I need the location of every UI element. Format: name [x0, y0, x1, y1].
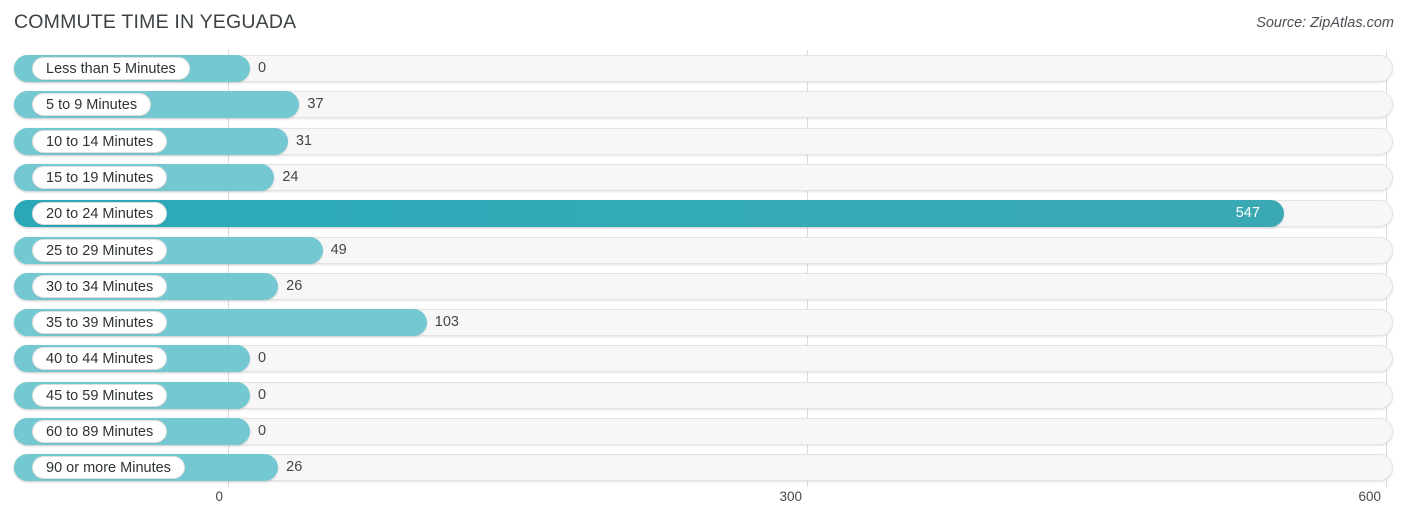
bar-value-label: 547 [1235, 205, 1260, 222]
bar-row[interactable]: 5 to 9 Minutes 37 [14, 91, 1393, 119]
bar-row[interactable]: 15 to 19 Minutes 24 [14, 163, 1393, 191]
bar-row[interactable]: 40 to 44 Minutes 0 [14, 345, 1393, 373]
bar-value-label: 0 [258, 60, 267, 76]
bar-fill[interactable] [14, 200, 1284, 228]
bar-category-label: 40 to 44 Minutes [32, 347, 168, 371]
bar-value-label: 26 [286, 459, 303, 476]
bar-row[interactable]: 20 to 24 Minutes 547 [14, 200, 1393, 228]
source-attribution: Source: ZipAtlas.com [1256, 15, 1394, 31]
bar-row[interactable]: 10 to 14 Minutes 31 [14, 127, 1393, 155]
bar-row[interactable]: 45 to 59 Minutes 0 [14, 381, 1393, 409]
x-axis-tick-label: 0 [215, 489, 223, 504]
bar-category-label: 20 to 24 Minutes [32, 202, 168, 226]
bar-row[interactable]: 35 to 39 Minutes 103 [14, 309, 1393, 337]
bar-row[interactable]: 30 to 34 Minutes 26 [14, 272, 1393, 300]
bar-row[interactable]: 60 to 89 Minutes 0 [14, 418, 1393, 445]
bar-value-label: 0 [258, 386, 267, 403]
bar-category-label: 10 to 14 Minutes [32, 129, 168, 153]
bar-category-label: 90 or more Minutes [32, 456, 185, 480]
bar-category-label: Less than 5 Minutes [32, 57, 190, 80]
bar-row[interactable]: Less than 5 Minutes 0 [14, 55, 1393, 82]
bar-row[interactable]: 90 or more Minutes 26 [14, 454, 1393, 482]
bar-value-label: 24 [282, 168, 299, 185]
bar-category-label: 35 to 39 Minutes [32, 311, 168, 335]
bar-value-label: 31 [295, 132, 312, 149]
bar-row[interactable]: 25 to 29 Minutes 49 [14, 236, 1393, 264]
bar-value-label: 26 [286, 277, 303, 294]
bar-category-label: 60 to 89 Minutes [32, 420, 168, 443]
bar-value-label: 37 [307, 96, 324, 113]
page-title: COMMUTE TIME IN YEGUADA [14, 11, 297, 33]
bar-category-label: 25 to 29 Minutes [32, 238, 168, 262]
commute-time-bar-chart: COMMUTE TIME IN YEGUADA Source: ZipAtlas… [0, 0, 1406, 523]
plot-area: Less than 5 Minutes 0 5 to 9 Minutes 37 10 t… [0, 50, 1406, 487]
bar-category-label: 45 to 59 Minutes [32, 383, 168, 407]
x-axis: 0 300 600 [0, 487, 1406, 523]
bar-value-label: 103 [434, 314, 459, 331]
bar-category-label: 15 to 19 Minutes [32, 165, 168, 189]
bar-value-label: 0 [258, 350, 267, 367]
bar-value-label: 49 [330, 241, 347, 258]
bar-value-label: 0 [258, 423, 267, 439]
bar-category-label: 5 to 9 Minutes [32, 93, 152, 117]
x-axis-tick-label: 300 [779, 489, 802, 504]
x-axis-tick-label: 600 [1358, 489, 1381, 504]
bar-category-label: 30 to 34 Minutes [32, 274, 168, 298]
